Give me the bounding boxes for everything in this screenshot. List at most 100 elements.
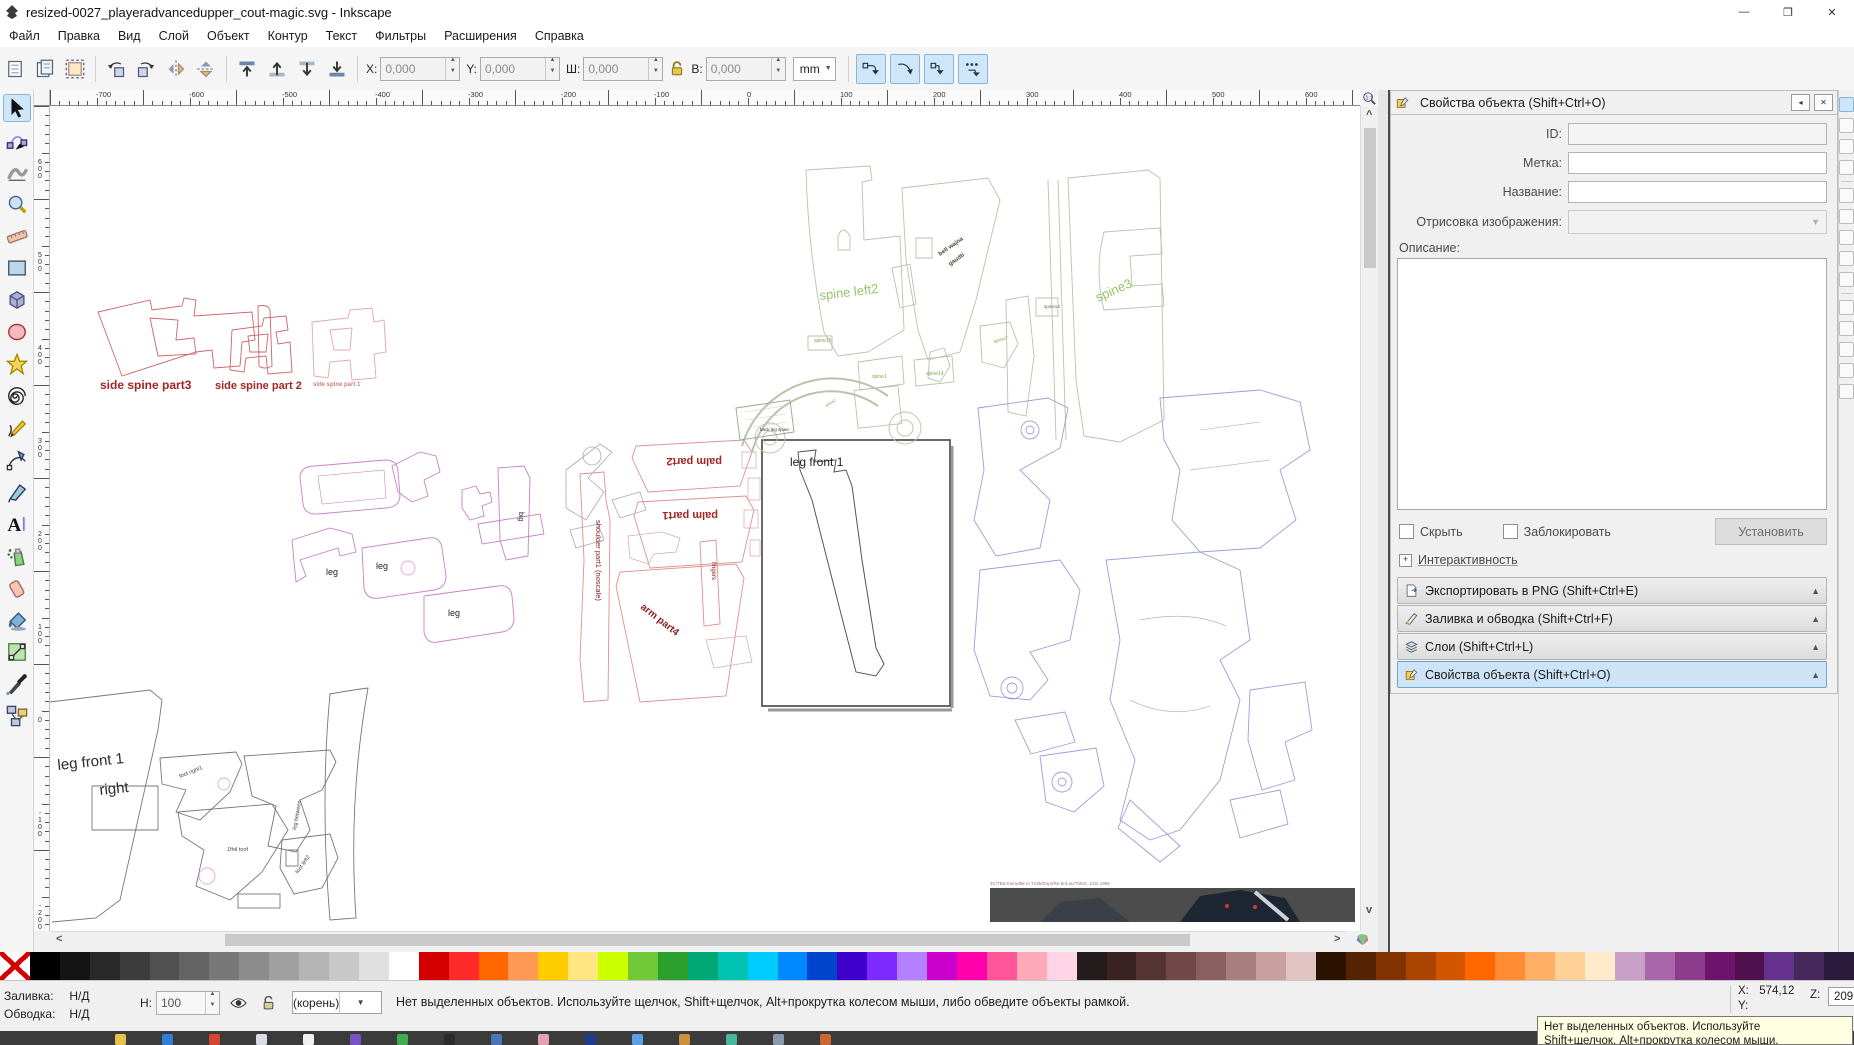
text-tool-icon[interactable]: A — [3, 510, 31, 538]
palette-swatch[interactable] — [1166, 952, 1196, 980]
taskbar-app-icon[interactable] — [679, 1034, 690, 1045]
palette-swatch[interactable] — [927, 952, 957, 980]
menu-текст[interactable]: Текст — [317, 26, 366, 46]
palette-swatch[interactable] — [299, 952, 329, 980]
palette-swatch[interactable] — [209, 952, 239, 980]
layer-visibility-icon[interactable] — [226, 991, 250, 1015]
lock-checkbox[interactable] — [1503, 524, 1518, 539]
close-button[interactable]: ✕ — [1810, 0, 1854, 24]
opacity-spinner[interactable]: ▲▼ — [205, 992, 219, 1014]
taskbar-app-icon[interactable] — [350, 1034, 361, 1045]
taskbar-app-icon[interactable] — [773, 1034, 784, 1045]
units-dropdown[interactable]: mm▼ — [793, 57, 836, 81]
width-spinner[interactable]: ▲▼ — [648, 58, 662, 80]
palette-swatch[interactable] — [1406, 952, 1436, 980]
palette-swatch[interactable] — [179, 952, 209, 980]
paint-bucket-tool-icon[interactable] — [3, 606, 31, 634]
current-layer-dropdown[interactable]: (корень) ▼ — [292, 991, 382, 1014]
palette-swatch[interactable] — [1047, 952, 1077, 980]
menu-слой[interactable]: Слой — [150, 26, 198, 46]
dropper-tool-icon[interactable] — [3, 670, 31, 698]
menu-фильтры[interactable]: Фильтры — [366, 26, 435, 46]
select-all-layers-button[interactable] — [31, 55, 59, 83]
palette-swatch[interactable] — [1585, 952, 1615, 980]
palette-swatch[interactable] — [718, 952, 748, 980]
lower-button[interactable] — [293, 55, 321, 83]
palette-swatch[interactable] — [1136, 952, 1166, 980]
snap-option-button[interactable] — [1839, 251, 1854, 266]
palette-swatch[interactable] — [837, 952, 867, 980]
palette-swatch[interactable] — [508, 952, 538, 980]
taskbar-app-icon[interactable] — [538, 1034, 549, 1045]
snap-option-button[interactable] — [1839, 188, 1854, 203]
snap-option-button[interactable] — [1839, 363, 1854, 378]
palette-swatch[interactable] — [1196, 952, 1226, 980]
palette-swatch[interactable] — [1465, 952, 1495, 980]
maximize-button[interactable]: ❐ — [1766, 0, 1810, 24]
vertical-ruler[interactable]: 6005004003002001000-100-200 — [34, 106, 50, 931]
color-wheel-icon[interactable] — [1346, 931, 1378, 947]
palette-swatch[interactable] — [239, 952, 269, 980]
rectangle-tool-icon[interactable] — [3, 254, 31, 282]
palette-swatch[interactable] — [1794, 952, 1824, 980]
snap-option-button[interactable] — [1839, 230, 1854, 245]
palette-swatch[interactable] — [1824, 952, 1854, 980]
vertical-scrollbar[interactable]: ^ v — [1360, 106, 1379, 931]
palette-swatch[interactable] — [1107, 952, 1137, 980]
taskbar-app-icon[interactable] — [726, 1034, 737, 1045]
menu-правка[interactable]: Правка — [49, 26, 109, 46]
taskbar-app-icon[interactable] — [303, 1034, 314, 1045]
drawing-canvas[interactable]: side spine part3side spine part 2side sp… — [50, 106, 1360, 931]
zoom-1-1-icon[interactable]: 1:1 — [1360, 90, 1378, 106]
palette-swatch[interactable] — [120, 952, 150, 980]
rotate-cw-button[interactable] — [132, 55, 160, 83]
raise-button[interactable] — [263, 55, 291, 83]
transform-patterns-toggle[interactable] — [958, 54, 988, 84]
interactivity-expander-icon[interactable]: + — [1399, 554, 1412, 567]
label-input[interactable] — [1568, 152, 1827, 174]
snap-option-button[interactable] — [1839, 139, 1854, 154]
tweak-tool-icon[interactable] — [3, 158, 31, 186]
star-tool-icon[interactable] — [3, 350, 31, 378]
palette-swatch[interactable] — [1735, 952, 1765, 980]
palette-swatch[interactable] — [389, 952, 419, 980]
flip-vertical-button[interactable] — [192, 55, 220, 83]
transform-move-toggle[interactable] — [856, 54, 886, 84]
taskbar-app-icon[interactable] — [115, 1034, 126, 1045]
menu-справка[interactable]: Справка — [526, 26, 593, 46]
palette-swatch[interactable] — [1017, 952, 1047, 980]
taskbar-app-icon[interactable] — [256, 1034, 267, 1045]
palette-swatch[interactable] — [1675, 952, 1705, 980]
menu-расширения[interactable]: Расширения — [435, 26, 526, 46]
palette-swatch[interactable] — [598, 952, 628, 980]
hide-checkbox[interactable] — [1399, 524, 1414, 539]
palette-swatch[interactable] — [867, 952, 897, 980]
taskbar-app-icon[interactable] — [491, 1034, 502, 1045]
palette-swatch[interactable] — [1436, 952, 1466, 980]
snap-option-button[interactable] — [1839, 97, 1854, 112]
zoom-tool-icon[interactable] — [3, 190, 31, 218]
palette-swatch[interactable] — [957, 952, 987, 980]
transform-scale-toggle[interactable] — [890, 54, 920, 84]
palette-swatch[interactable] — [60, 952, 90, 980]
spray-tool-icon[interactable] — [3, 542, 31, 570]
palette-swatch[interactable] — [1077, 952, 1107, 980]
palette-swatch[interactable] — [30, 952, 60, 980]
set-button[interactable]: Установить — [1715, 518, 1827, 545]
node-editor-tool-icon[interactable] — [3, 126, 31, 154]
title-input[interactable] — [1568, 181, 1827, 203]
horizontal-scrollbar[interactable]: < > — [50, 931, 1360, 948]
palette-swatch[interactable] — [1495, 952, 1525, 980]
menu-объект[interactable]: Объект — [198, 26, 259, 46]
snap-option-button[interactable] — [1839, 209, 1854, 224]
taskbar-app-icon[interactable] — [820, 1034, 831, 1045]
taskbar-app-icon[interactable] — [397, 1034, 408, 1045]
vertical-scroll-thumb[interactable] — [1364, 128, 1376, 268]
deselect-button[interactable] — [61, 55, 89, 83]
horizontal-ruler[interactable]: -700-600-500-400-300-200-100010020030040… — [50, 90, 1360, 106]
width-input[interactable] — [584, 58, 648, 80]
pencil-tool-icon[interactable] — [3, 414, 31, 442]
palette-swatch[interactable] — [90, 952, 120, 980]
palette-swatch[interactable] — [778, 952, 808, 980]
palette-swatch[interactable] — [1316, 952, 1346, 980]
